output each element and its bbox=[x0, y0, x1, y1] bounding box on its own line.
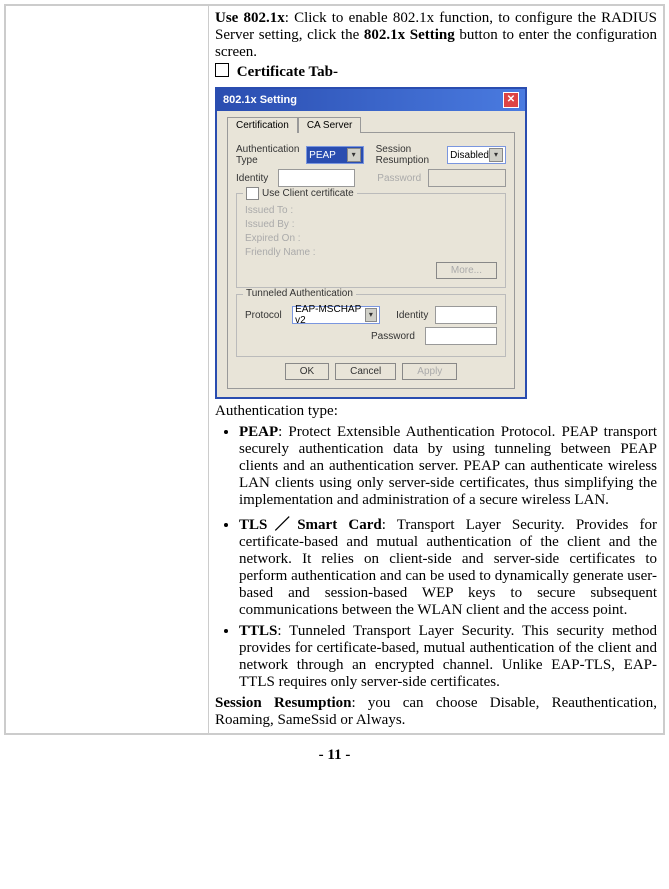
auth-type-value: PEAP bbox=[309, 150, 336, 161]
tls-item: TLS／Smart Card: Transport Layer Security… bbox=[239, 513, 657, 619]
8021x-setting-dialog: 802.1x Setting ✕ Certification CA Server… bbox=[215, 87, 527, 399]
tab-ca-server[interactable]: CA Server bbox=[298, 117, 362, 133]
use-8021x-label: Use 802.1x bbox=[215, 10, 285, 26]
client-cert-group: Use Client certificate Issued To : Issue… bbox=[236, 193, 506, 288]
tls-label: TLS／Smart Card bbox=[239, 517, 382, 533]
session-resumption-select[interactable]: Disabled ▾ bbox=[447, 146, 506, 164]
use-client-cert-checkbox[interactable] bbox=[246, 187, 259, 200]
peap-desc: : Protect Extensible Authentication Prot… bbox=[239, 424, 657, 508]
auth-type-select[interactable]: PEAP ▾ bbox=[306, 146, 363, 164]
8021x-setting-bold: 802.1x Setting bbox=[364, 27, 455, 43]
close-icon[interactable]: ✕ bbox=[503, 92, 519, 108]
identity-input[interactable] bbox=[278, 169, 356, 187]
issued-to-label: Issued To : bbox=[245, 205, 293, 216]
identity-label: Identity bbox=[236, 173, 274, 184]
checkbox-icon bbox=[215, 63, 229, 77]
issued-by-label: Issued By : bbox=[245, 219, 294, 230]
password-input bbox=[428, 169, 506, 187]
dialog-title: 802.1x Setting bbox=[223, 94, 297, 106]
tab-certification[interactable]: Certification bbox=[227, 117, 298, 133]
dialog-titlebar: 802.1x Setting ✕ bbox=[217, 89, 525, 111]
chevron-down-icon: ▾ bbox=[489, 148, 503, 162]
protocol-label: Protocol bbox=[245, 310, 288, 321]
certificate-tab-heading: Certificate Tab- bbox=[215, 63, 338, 81]
chevron-down-icon: ▾ bbox=[347, 148, 361, 162]
use-client-cert-label: Use Client certificate bbox=[262, 188, 354, 199]
password2-input[interactable] bbox=[425, 327, 497, 345]
session-value: Disabled bbox=[450, 150, 489, 161]
page-number: - 11 - bbox=[0, 739, 669, 778]
chevron-down-icon: ▾ bbox=[365, 308, 378, 322]
ttls-desc: : Tunneled Transport Layer Security. Thi… bbox=[239, 623, 657, 690]
certificate-tab-text: Certificate Tab- bbox=[237, 64, 338, 80]
password2-label: Password bbox=[371, 331, 421, 342]
identity2-input[interactable] bbox=[435, 306, 497, 324]
more-button: More... bbox=[436, 262, 497, 279]
identity2-label: Identity bbox=[396, 310, 431, 321]
session-resumption-label: Session Resumption bbox=[376, 144, 443, 166]
peap-label: PEAP bbox=[239, 424, 278, 440]
expired-on-label: Expired On : bbox=[245, 233, 301, 244]
ttls-item: TTLS: Tunneled Transport Layer Security.… bbox=[239, 623, 657, 691]
ttls-label: TTLS bbox=[239, 623, 277, 639]
tunneled-auth-group: Tunneled Authentication Protocol EAP-MSC… bbox=[236, 294, 506, 357]
friendly-name-label: Friendly Name : bbox=[245, 247, 316, 258]
auth-type-label: Authentication Type bbox=[236, 144, 302, 166]
apply-button: Apply bbox=[402, 363, 457, 380]
peap-item: PEAP: Protect Extensible Authentication … bbox=[239, 424, 657, 509]
auth-type-heading: Authentication type: bbox=[215, 403, 657, 420]
protocol-value: EAP-MSCHAP v2 bbox=[295, 304, 364, 326]
session-resumption-heading: Session Resumption bbox=[215, 695, 351, 711]
protocol-select[interactable]: EAP-MSCHAP v2 ▾ bbox=[292, 306, 380, 324]
password-label: Password bbox=[377, 173, 424, 184]
tunneled-auth-label: Tunneled Authentication bbox=[246, 288, 353, 299]
cancel-button[interactable]: Cancel bbox=[335, 363, 396, 380]
ok-button[interactable]: OK bbox=[285, 363, 329, 380]
